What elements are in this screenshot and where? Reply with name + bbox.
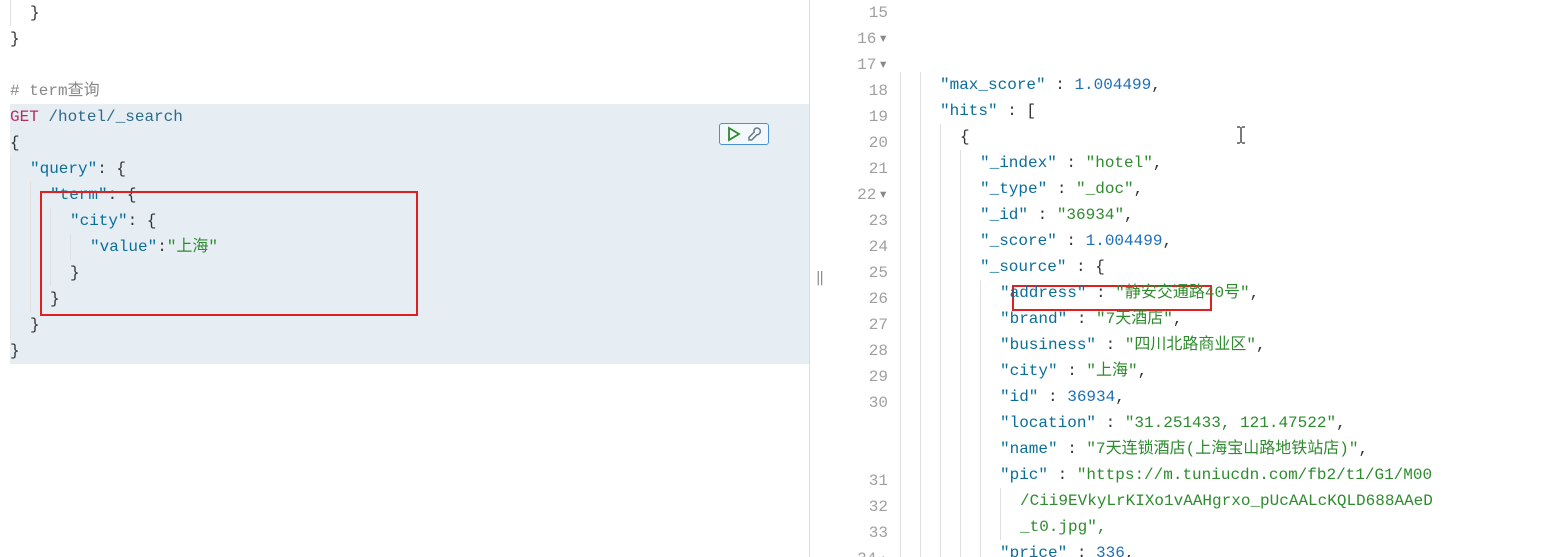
line-number: 32 bbox=[830, 494, 888, 520]
line-number: 16▾ bbox=[830, 26, 888, 52]
code-line: "price" : 336, bbox=[900, 540, 1557, 557]
http-method: GET bbox=[10, 104, 39, 130]
http-path: /hotel/_search bbox=[48, 104, 182, 130]
request-code[interactable]: } } # term查询 GET /hotel/_search { "query… bbox=[0, 0, 809, 364]
code-line: "max_score" : 1.004499, bbox=[900, 72, 1557, 98]
line-gutter: 1516▾17▾1819202122▾2324252627282930 3132… bbox=[830, 0, 900, 557]
code-line: "location" : "31.251433, 121.47522", bbox=[900, 410, 1557, 436]
code-line: "address" : "静安交通路40号", bbox=[900, 280, 1557, 306]
code-line: "_id" : "36934", bbox=[900, 202, 1557, 228]
line-number: 29 bbox=[830, 364, 888, 390]
fold-down-icon[interactable]: ▾ bbox=[878, 26, 888, 52]
code-line: "id" : 36934, bbox=[900, 384, 1557, 410]
comment-line: # term查询 bbox=[10, 78, 100, 104]
divider-handle-icon: ‖ bbox=[816, 270, 824, 287]
fold-up-icon[interactable]: ▴ bbox=[878, 546, 888, 557]
line-number: 31 bbox=[830, 468, 888, 494]
pane-divider[interactable]: ‖ bbox=[810, 0, 830, 557]
code-line: "brand" : "7天酒店", bbox=[900, 306, 1557, 332]
line-number: 33 bbox=[830, 520, 888, 546]
line-number: 15 bbox=[830, 0, 888, 26]
line-number: 26 bbox=[830, 286, 888, 312]
line-number: 27 bbox=[830, 312, 888, 338]
line-number: 28 bbox=[830, 338, 888, 364]
wrench-icon[interactable] bbox=[746, 126, 762, 142]
response-code: "max_score" : 1.004499,"hits" : [{"_inde… bbox=[900, 0, 1557, 557]
fold-down-icon[interactable]: ▾ bbox=[878, 182, 888, 208]
code-line: { bbox=[900, 124, 1557, 150]
line-number: 17▾ bbox=[830, 52, 888, 78]
code-line-continuation: _t0.jpg", bbox=[900, 514, 1557, 540]
line-number: 30 bbox=[830, 390, 888, 416]
line-number: 22▾ bbox=[830, 182, 888, 208]
line-number: 24 bbox=[830, 234, 888, 260]
play-icon[interactable] bbox=[726, 126, 742, 142]
code-line: "name" : "7天连锁酒店(上海宝山路地铁站店)", bbox=[900, 436, 1557, 462]
line-number: 19 bbox=[830, 104, 888, 130]
code-line: "business" : "四川北路商业区", bbox=[900, 332, 1557, 358]
request-editor-pane[interactable]: } } # term查询 GET /hotel/_search { "query… bbox=[0, 0, 810, 557]
code-line: "pic" : "https://m.tuniucdn.com/fb2/t1/G… bbox=[900, 462, 1557, 488]
code-line: "_index" : "hotel", bbox=[900, 150, 1557, 176]
code-line: "city" : "上海", bbox=[900, 358, 1557, 384]
line-number: 34▴ bbox=[830, 546, 888, 557]
code-line: "_source" : { bbox=[900, 254, 1557, 280]
line-number: 18 bbox=[830, 78, 888, 104]
code-line: "_type" : "_doc", bbox=[900, 176, 1557, 202]
line-number: 20 bbox=[830, 130, 888, 156]
line-number: 23 bbox=[830, 208, 888, 234]
fold-down-icon[interactable]: ▾ bbox=[878, 52, 888, 78]
code-line: "_score" : 1.004499, bbox=[900, 228, 1557, 254]
line-number: 25 bbox=[830, 260, 888, 286]
run-query-toolbar[interactable] bbox=[719, 123, 769, 145]
response-viewer-pane[interactable]: 1516▾17▾1819202122▾2324252627282930 3132… bbox=[830, 0, 1557, 557]
code-line: "hits" : [ bbox=[900, 98, 1557, 124]
code-line-continuation: /Cii9EVkyLrKIXo1vAAHgrxo_pUcAALcKQLD688A… bbox=[900, 488, 1557, 514]
line-number: 21 bbox=[830, 156, 888, 182]
